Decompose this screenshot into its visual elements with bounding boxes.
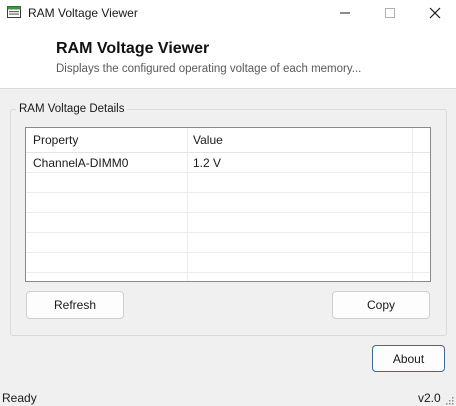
table-header-row: Property Value <box>26 128 430 153</box>
table-row-empty <box>26 213 430 233</box>
details-list-view[interactable]: Property Value ChannelA-DIMM0 1.2 V <box>25 127 431 282</box>
minimize-icon <box>340 12 350 14</box>
column-header-property[interactable]: Property <box>33 128 183 152</box>
app-window-icon <box>7 6 21 18</box>
cell-property: ChannelA-DIMM0 <box>33 155 129 170</box>
group-label: RAM Voltage Details <box>16 103 128 115</box>
page-subtitle: Displays the configured operating voltag… <box>56 63 362 75</box>
status-bar: Ready v2.0 <box>0 389 456 406</box>
table-row-empty <box>26 193 430 213</box>
column-divider <box>187 128 188 281</box>
column-divider <box>412 128 413 281</box>
cell-value: 1.2 V <box>193 155 222 170</box>
table-row[interactable]: ChannelA-DIMM0 1.2 V <box>26 153 430 173</box>
refresh-button[interactable]: Refresh <box>26 291 124 319</box>
close-icon <box>429 7 441 19</box>
table-row-empty <box>26 253 430 273</box>
minimize-button[interactable] <box>322 0 368 26</box>
status-text: Ready <box>2 391 37 405</box>
header-banner: RAM Voltage Viewer Displays the configur… <box>0 26 456 89</box>
resize-grip-icon[interactable] <box>446 396 455 405</box>
column-header-value[interactable]: Value <box>193 128 403 152</box>
version-label: v2.0 <box>418 391 441 405</box>
title-bar[interactable]: RAM Voltage Viewer <box>0 0 456 26</box>
page-title: RAM Voltage Viewer <box>56 40 210 57</box>
close-button[interactable] <box>412 0 456 26</box>
table-row-empty <box>26 233 430 253</box>
maximize-icon <box>385 8 395 18</box>
maximize-button[interactable] <box>367 0 413 26</box>
table-row-empty <box>26 173 430 193</box>
window-title: RAM Voltage Viewer <box>28 6 138 20</box>
about-button[interactable]: About <box>372 345 445 372</box>
copy-button[interactable]: Copy <box>332 291 430 319</box>
